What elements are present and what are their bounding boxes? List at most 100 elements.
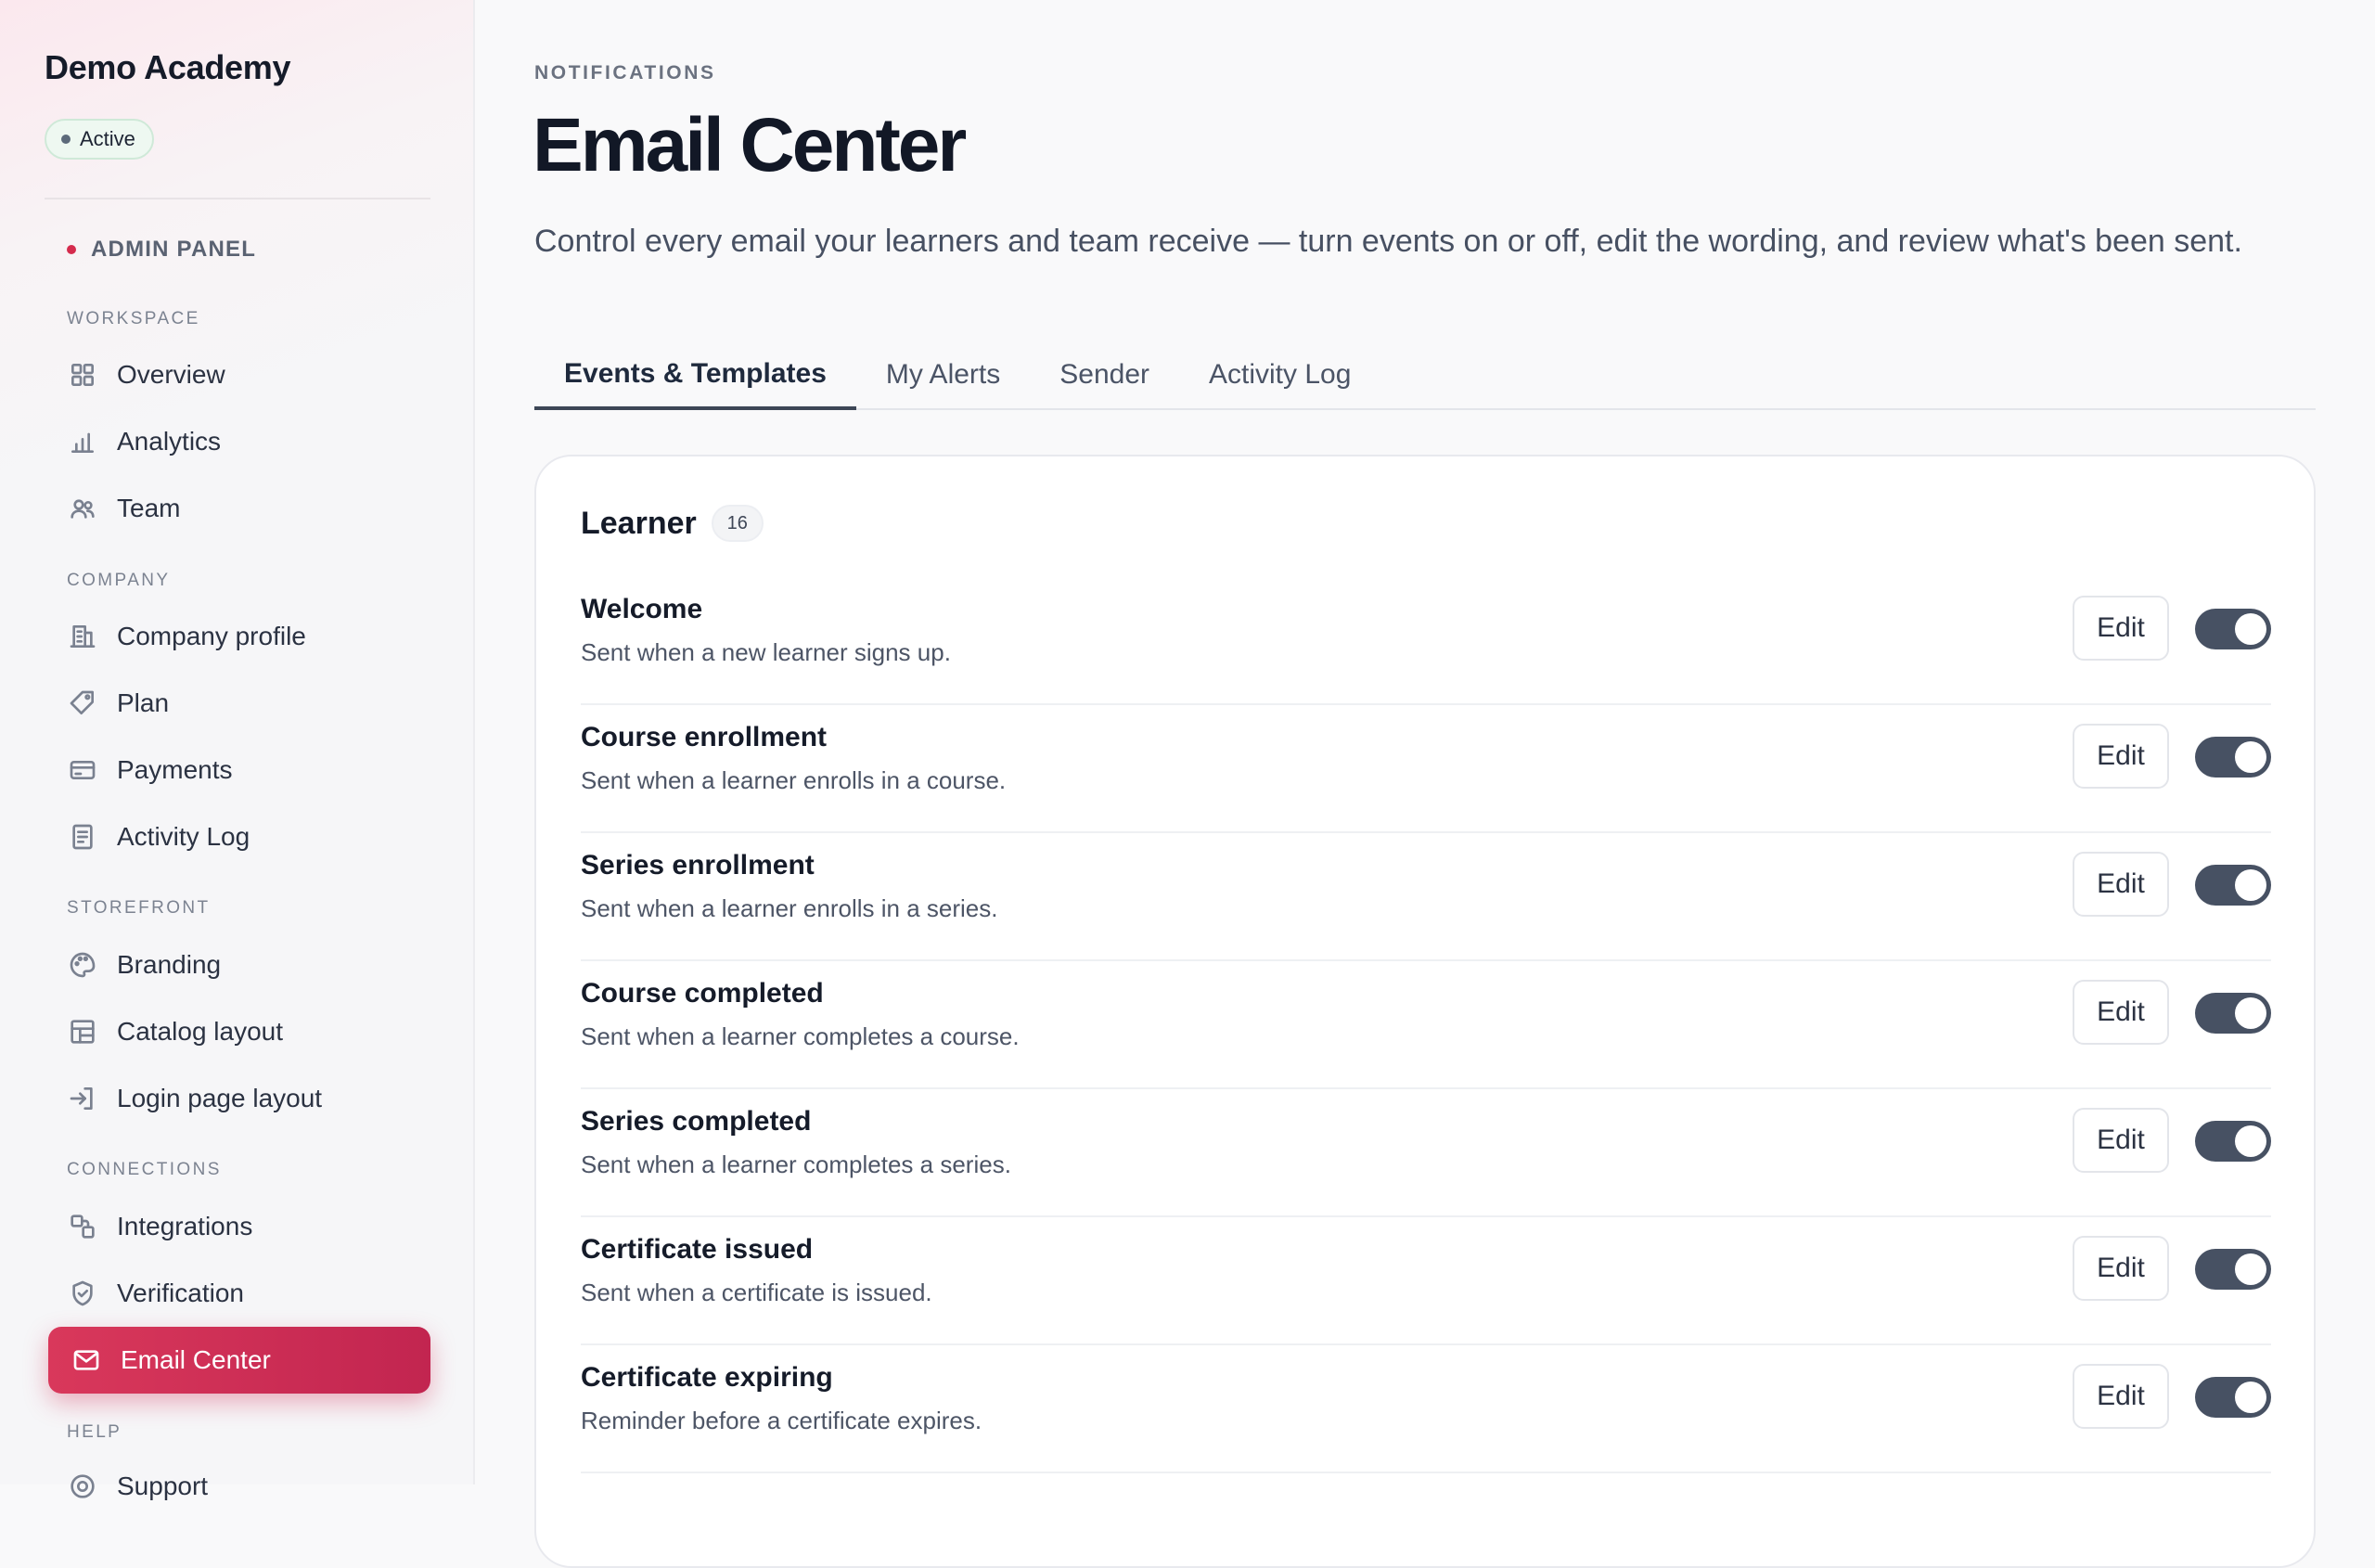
sidebar-item-support[interactable]: Support: [45, 1455, 430, 1518]
sidebar-item-label: Login page layout: [117, 1084, 323, 1112]
sidebar-item-label: Email Center: [121, 1345, 271, 1374]
sidebar-item-team[interactable]: Team: [45, 477, 430, 540]
sidebar-item-email-center[interactable]: Email Center: [48, 1327, 430, 1394]
sidebar-item-integrations[interactable]: Integrations: [45, 1195, 430, 1258]
section-label-company: COMPANY: [67, 571, 171, 590]
integrations-icon: [67, 1211, 98, 1242]
sidebar-item-analytics[interactable]: Analytics: [45, 410, 430, 473]
event-toggle[interactable]: [2195, 1121, 2271, 1162]
building-icon: [67, 621, 98, 652]
sidebar-item-activity-log[interactable]: Activity Log: [45, 805, 430, 868]
tab-my-alerts[interactable]: My Alerts: [856, 341, 1030, 408]
sidebar-item-label: Integrations: [117, 1212, 253, 1240]
status-label: Active: [80, 127, 135, 150]
login-icon: [67, 1083, 98, 1114]
sidebar-item-label: Branding: [117, 950, 222, 979]
event-description: Sent when a certificate is issued.: [581, 1279, 932, 1306]
event-description: Sent when a learner enrolls in a series.: [581, 894, 998, 922]
event-title: Series enrollment: [581, 850, 815, 880]
event-toggle[interactable]: [2195, 1249, 2271, 1290]
sidebar-divider: [45, 198, 430, 199]
edit-button[interactable]: Edit: [2073, 852, 2169, 917]
sidebar-item-plan[interactable]: Plan: [45, 672, 430, 735]
toggle-knob: [2235, 1253, 2266, 1285]
sidebar: Demo Academy Active ADMIN PANEL WORKSPAC…: [0, 0, 475, 1500]
event-row-welcome: Welcome Sent when a new learner signs up…: [581, 577, 2271, 705]
edit-button[interactable]: Edit: [2073, 980, 2169, 1045]
event-toggle[interactable]: [2195, 865, 2271, 906]
section-label-workspace: WORKSPACE: [67, 309, 200, 328]
page-description: Control every email your learners and te…: [534, 224, 2242, 259]
toggle-knob: [2235, 869, 2266, 901]
sidebar-item-overview[interactable]: Overview: [45, 343, 430, 406]
brand-name: Demo Academy: [45, 48, 291, 86]
event-row-course-completed: Course completed Sent when a learner com…: [581, 961, 2271, 1089]
event-row-course-enrollment: Course enrollment Sent when a learner en…: [581, 705, 2271, 833]
status-badge: Active: [45, 119, 154, 160]
sidebar-item-label: Activity Log: [117, 822, 250, 851]
sidebar-item-label: Support: [117, 1472, 209, 1500]
grid-icon: [67, 359, 98, 391]
sidebar-item-label: Plan: [117, 688, 170, 717]
admin-panel-text: ADMIN PANEL: [91, 237, 257, 262]
sidebar-item-verification[interactable]: Verification: [45, 1262, 430, 1325]
edit-button[interactable]: Edit: [2073, 596, 2169, 661]
section-label-storefront: STOREFRONT: [67, 898, 211, 918]
event-title: Series completed: [581, 1106, 812, 1137]
support-icon: [67, 1471, 98, 1502]
toggle-knob: [2235, 741, 2266, 773]
count-badge: 16: [711, 505, 764, 542]
tab-activity-log[interactable]: Activity Log: [1179, 341, 1380, 408]
credit-card-icon: [67, 754, 98, 786]
document-icon: [67, 821, 98, 853]
event-toggle[interactable]: [2195, 609, 2271, 649]
sidebar-item-login-page-layout[interactable]: Login page layout: [45, 1067, 430, 1130]
users-icon: [67, 493, 98, 524]
tag-icon: [67, 688, 98, 719]
edit-button[interactable]: Edit: [2073, 1108, 2169, 1173]
event-toggle[interactable]: [2195, 1377, 2271, 1418]
event-description: Sent when a learner completes a series.: [581, 1150, 1011, 1178]
sidebar-item-label: Analytics: [117, 427, 222, 456]
event-title: Course completed: [581, 978, 824, 1009]
event-description: Sent when a learner completes a course.: [581, 1022, 1020, 1050]
sidebar-item-company-profile[interactable]: Company profile: [45, 605, 430, 668]
tab-sender[interactable]: Sender: [1030, 341, 1179, 408]
toggle-knob: [2235, 613, 2266, 645]
sidebar-item-label: Catalog layout: [117, 1017, 284, 1046]
page-eyebrow: NOTIFICATIONS: [534, 62, 716, 84]
event-description: Reminder before a certificate expires.: [581, 1407, 982, 1434]
main-content: NOTIFICATIONS Email Center Control every…: [533, 0, 2316, 1568]
toggle-knob: [2235, 997, 2266, 1029]
shield-check-icon: [67, 1278, 98, 1309]
event-row-certificate-expiring: Certificate expiring Reminder before a c…: [581, 1345, 2271, 1473]
toggle-knob: [2235, 1382, 2266, 1413]
edit-button[interactable]: Edit: [2073, 1236, 2169, 1301]
sidebar-item-label: Verification: [117, 1279, 244, 1307]
tab-bar: Events & Templates My Alerts Sender Acti…: [534, 341, 2316, 410]
event-title: Welcome: [581, 594, 703, 624]
event-description: Sent when a learner enrolls in a course.: [581, 766, 1007, 794]
event-toggle[interactable]: [2195, 737, 2271, 778]
event-title: Certificate expiring: [581, 1362, 833, 1393]
event-toggle[interactable]: [2195, 993, 2271, 1034]
section-label-connections: CONNECTIONS: [67, 1160, 222, 1179]
card-title: Learner: [581, 505, 697, 541]
sidebar-item-payments[interactable]: Payments: [45, 739, 430, 802]
edit-button[interactable]: Edit: [2073, 1364, 2169, 1429]
page-title: Email Center: [533, 103, 967, 187]
sidebar-item-branding[interactable]: Branding: [45, 933, 430, 996]
mail-icon: [71, 1344, 102, 1376]
section-label-help: HELP: [67, 1422, 122, 1442]
event-row-certificate-issued: Certificate issued Sent when a certifica…: [581, 1217, 2271, 1345]
admin-dot-icon: [67, 245, 76, 254]
card-header: Learner 16: [581, 505, 764, 542]
sidebar-item-label: Overview: [117, 360, 225, 389]
toggle-knob: [2235, 1125, 2266, 1157]
event-list: Welcome Sent when a new learner signs up…: [581, 577, 2271, 1473]
edit-button[interactable]: Edit: [2073, 724, 2169, 789]
learner-events-card: Learner 16 Welcome Sent when a new learn…: [534, 455, 2316, 1568]
tab-events-templates[interactable]: Events & Templates: [534, 341, 856, 410]
sidebar-item-catalog-layout[interactable]: Catalog layout: [45, 1000, 430, 1063]
sidebar-item-label: Company profile: [117, 622, 306, 650]
